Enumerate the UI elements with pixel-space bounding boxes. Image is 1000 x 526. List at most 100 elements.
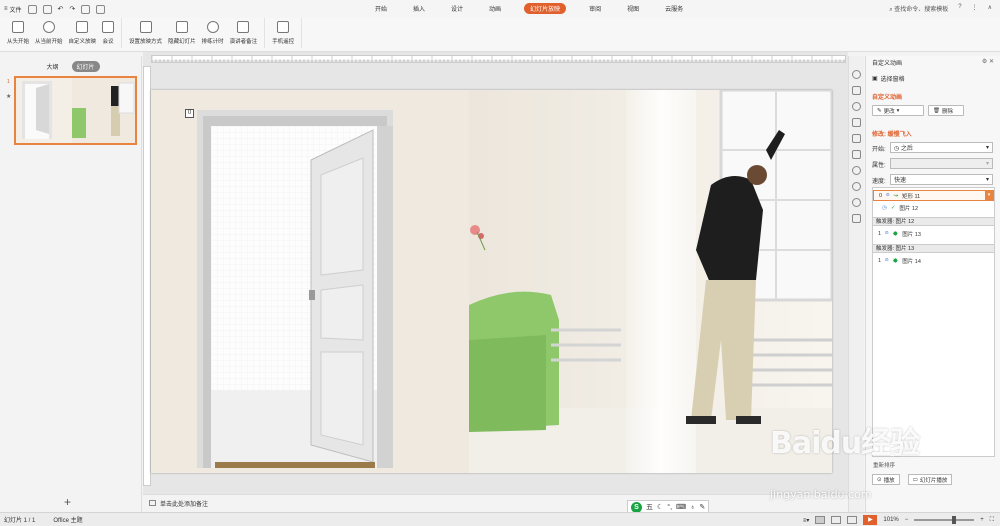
slideshow-icon: ▭ (912, 476, 918, 483)
ruler-ticks (152, 56, 845, 62)
tab-view[interactable]: 视图 (624, 3, 642, 14)
history-icon[interactable] (852, 182, 861, 191)
slide-counter: 幻灯片 1 / 1 (4, 518, 36, 524)
tab-slideshow[interactable]: 幻灯片放映 (524, 3, 567, 14)
mouse-icon: ⍝ (885, 230, 889, 236)
animation-item[interactable]: 1 ⍝ ✸ 图片 13 (873, 228, 994, 239)
animation-order-badge[interactable]: 0 (185, 109, 194, 118)
tab-cloud[interactable]: 云服务 (662, 3, 686, 14)
trigger-header[interactable]: 触发器: 图片 12 (873, 217, 994, 226)
undo-icon[interactable]: ↶ (58, 5, 64, 13)
format-painter-icon[interactable] (96, 4, 106, 14)
setup-show-button[interactable]: 设置放映方式 (129, 21, 162, 45)
trigger-header[interactable]: 触发器: 图片 13 (873, 244, 994, 253)
start-select[interactable]: ◷ 之后 ▾ (890, 142, 993, 153)
chevron-down-icon[interactable]: ▾ (985, 191, 993, 200)
ime-mode[interactable]: 五 (646, 502, 653, 512)
tab-design[interactable]: 设计 (448, 3, 466, 14)
slide-thumbnail[interactable] (14, 76, 137, 145)
animation-icon[interactable] (852, 70, 861, 79)
collapse-icon[interactable]: ∧ (988, 4, 992, 14)
zoom-slider[interactable] (914, 516, 975, 524)
section-custom-animation: 自定义动画 (872, 95, 903, 101)
emphasis-star-icon: ✸ (892, 230, 899, 238)
reorder-label: 重新排序 (873, 463, 896, 469)
hide-slide-button[interactable]: 隐藏幻灯片 (168, 21, 196, 45)
tab-animation[interactable]: 动画 (486, 3, 504, 14)
file-menu[interactable]: ≡ 文件 (4, 5, 22, 14)
play-button[interactable]: ⊙ 播放 (872, 474, 900, 485)
slideshow-button[interactable]: ▭ 幻灯片播放 (907, 474, 953, 485)
sorter-view-icon[interactable] (831, 516, 842, 524)
notes-toggle-icon[interactable]: ≡▾ (803, 517, 810, 524)
settings-icon[interactable] (852, 214, 861, 223)
search-box[interactable]: ⌕ 查找命令、搜索模板 (889, 4, 948, 14)
zoom-in-button[interactable]: + (980, 517, 984, 523)
selection-icon: ▣ (872, 76, 878, 82)
from-current-button[interactable]: 从当前开始 (35, 21, 63, 45)
notes-bar[interactable]: 单击此处添加备注 (143, 494, 848, 511)
animation-item[interactable]: ◷ ✓ 图片 12 (873, 202, 994, 213)
custom-show-button[interactable]: 自定义放映 (69, 21, 96, 45)
speed-select[interactable]: 快速 ▾ (890, 174, 993, 185)
phone-icon (277, 21, 290, 33)
mic-icon[interactable]: ♁ (690, 504, 695, 511)
help-circle-icon[interactable] (852, 198, 861, 207)
start-label: 开始: (872, 147, 886, 153)
theme-name: Office 主题 (53, 518, 83, 524)
tab-home[interactable]: 开始 (372, 3, 390, 14)
save-icon[interactable] (27, 4, 37, 14)
help-icon[interactable]: ? (958, 4, 961, 14)
pane-title: 自定义动画 (872, 61, 903, 67)
change-button[interactable]: ✎ 更改 ▾ (872, 105, 924, 116)
tab-slides[interactable]: 幻灯片 (71, 61, 100, 72)
animation-item[interactable]: 0 ⍝ ↝ 矩形 11 ▾ (873, 190, 994, 201)
delete-button[interactable]: 🗑 删除 (928, 105, 964, 116)
watermark-url: jingyan.baidu.com (770, 488, 872, 501)
ribbon-group-start: 从头开始 从当前开始 自定义放映 会议 (0, 18, 123, 48)
redo-icon[interactable]: ↷ (69, 5, 75, 13)
mouse-icon: ⍝ (886, 192, 890, 198)
more-icon[interactable]: ⋮ (972, 4, 978, 14)
phone-remote-button[interactable]: 手机遥控 (272, 21, 294, 45)
slideshow-play-icon[interactable]: ▶ (863, 515, 878, 525)
chevron-down-icon: ▾ (896, 107, 900, 114)
format-icon[interactable] (852, 118, 861, 127)
copy-icon[interactable] (852, 86, 861, 95)
selection-pane-link[interactable]: ▣ 选择窗格 (872, 74, 905, 83)
fit-window-icon[interactable]: ⛶ (990, 517, 994, 524)
reading-view-icon[interactable] (847, 516, 858, 524)
punctuation-icon[interactable]: °, (667, 504, 672, 511)
zoom-level[interactable]: 101% (883, 517, 898, 523)
speaker-notes-button[interactable]: 演讲者备注 (230, 21, 257, 45)
tool-icon[interactable]: ✎ (699, 503, 705, 511)
keyboard-icon[interactable]: ⌨ (676, 503, 686, 511)
star-icon[interactable] (852, 134, 861, 143)
tab-insert[interactable]: 插入 (410, 3, 428, 14)
zoom-out-button[interactable]: − (905, 517, 909, 523)
animation-item[interactable]: 1 ⍝ ✸ 图片 14 (873, 255, 994, 266)
slide-canvas[interactable]: 0 (151, 90, 832, 473)
animation-list: 0 ⍝ ↝ 矩形 11 ▾ ◷ ✓ 图片 12 触发器: 图片 12 1 ⍝ ✸… (872, 187, 995, 457)
shape-icon[interactable] (852, 102, 861, 111)
add-slide-button[interactable]: + (64, 495, 71, 509)
rehearse-timing-button[interactable]: 排练计时 (202, 21, 224, 45)
property-select: ▾ (890, 158, 993, 169)
pane-controls[interactable]: ⚙ ✕ (982, 58, 994, 65)
tab-review[interactable]: 审阅 (586, 3, 604, 14)
slide-thumbnail-image (16, 78, 135, 143)
slide-editor: 0 (143, 52, 848, 494)
from-beginning-button[interactable]: 从头开始 (7, 21, 29, 45)
print-icon[interactable] (42, 4, 52, 14)
preview-icon[interactable] (81, 4, 91, 14)
share-icon[interactable] (852, 166, 861, 175)
moon-icon[interactable]: ☾ (657, 503, 663, 511)
tab-outline[interactable]: 大纲 (41, 61, 63, 72)
layers-icon[interactable] (852, 150, 861, 159)
ribbon-group-setup: 设置放映方式 隐藏幻灯片 排练计时 演讲者备注 (122, 18, 266, 48)
normal-view-icon[interactable] (815, 516, 826, 524)
animation-star-icon: ★ (6, 94, 12, 100)
meeting-button[interactable]: 会议 (102, 21, 115, 45)
property-label: 属性: (872, 163, 886, 169)
zoom-slider-thumb[interactable] (952, 516, 957, 524)
